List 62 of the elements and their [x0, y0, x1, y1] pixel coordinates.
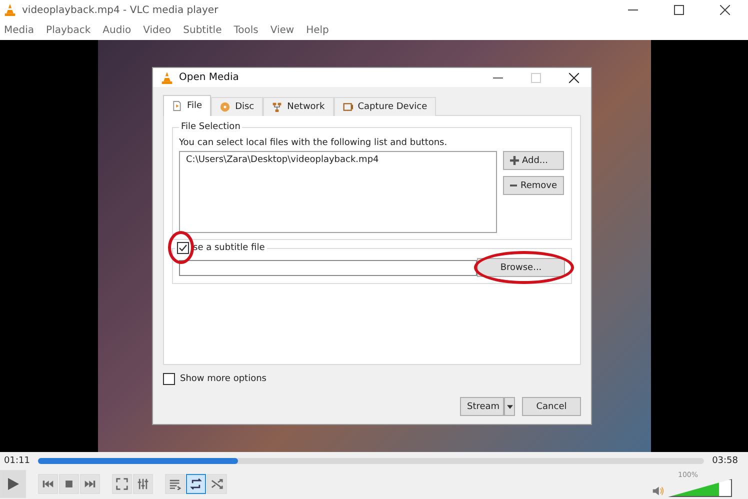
shuffle-icon: [211, 478, 223, 490]
tab[interactable]: Network: [263, 97, 334, 116]
add-button[interactable]: Add...: [503, 151, 564, 170]
tab[interactable]: Capture Device: [334, 97, 436, 116]
close-icon[interactable]: [720, 5, 730, 15]
camera-icon: [342, 102, 353, 112]
network-icon: [272, 102, 282, 112]
fullscreen-button[interactable]: [112, 474, 132, 494]
menu-item[interactable]: View: [270, 24, 294, 36]
elapsed-time: 01:11: [4, 456, 30, 466]
loop-button[interactable]: [186, 474, 206, 494]
dropdown-button[interactable]: [504, 397, 515, 416]
caret-icon: [506, 404, 512, 408]
previous-icon: [42, 478, 54, 490]
file-list[interactable]: C:\Users\Zara\Desktop\videoplayback.mp4: [179, 151, 497, 233]
playlist-icon: [169, 478, 181, 490]
stop-icon: [63, 478, 75, 490]
equalizer-icon: [137, 478, 149, 490]
menu-item[interactable]: Tools: [234, 24, 258, 36]
settings-button[interactable]: [133, 474, 153, 494]
maximize-icon[interactable]: [674, 5, 684, 15]
shuffle-button[interactable]: [207, 474, 227, 494]
document-icon: [172, 101, 182, 111]
menu-item[interactable]: Playback: [46, 24, 91, 36]
file-list-item[interactable]: C:\Users\Zara\Desktop\videoplayback.mp4: [186, 155, 490, 165]
browse-button[interactable]: Browse...: [477, 258, 565, 277]
menu-item[interactable]: Audio: [102, 24, 132, 36]
play-button[interactable]: [0, 470, 26, 498]
stream-button[interactable]: Stream: [460, 397, 504, 416]
playlist-button[interactable]: [165, 474, 185, 494]
subtitle-path-field[interactable]: [179, 260, 477, 276]
plus-icon: [510, 156, 519, 165]
previous-button[interactable]: [38, 474, 58, 494]
stop-button[interactable]: [59, 474, 79, 494]
next-icon: [84, 478, 96, 490]
loop-icon: [190, 478, 202, 490]
next-button[interactable]: [80, 474, 100, 494]
disc-icon: [220, 102, 230, 112]
tab[interactable]: Disc: [211, 97, 264, 116]
fullscreen-icon: [116, 478, 128, 490]
menu-item[interactable]: Subtitle: [183, 24, 222, 36]
window-title: videoplayback.mp4 - VLC media player: [22, 4, 218, 16]
hint-text: You can select local files with the following list and buttons.: [179, 138, 448, 148]
play-icon: [6, 477, 20, 491]
tab[interactable]: File: [163, 95, 212, 116]
cancel-button[interactable]: Cancel: [522, 397, 581, 416]
cone-icon: [4, 4, 16, 16]
menu-item[interactable]: Help: [306, 24, 329, 36]
maximize-icon: [531, 72, 541, 82]
cone-icon: [161, 72, 173, 84]
speaker-icon[interactable]: [652, 485, 664, 497]
total-time: 03:58: [712, 456, 738, 466]
group-title: File Selection: [180, 122, 242, 132]
close-icon[interactable]: [569, 72, 579, 82]
seek-bar[interactable]: [38, 458, 704, 464]
menu-item[interactable]: Media: [4, 24, 34, 36]
menu-item[interactable]: Video: [143, 24, 172, 36]
checkbox-label: Show more options: [180, 374, 266, 384]
checkbox[interactable]: [163, 373, 175, 385]
dialog-title: Open Media: [179, 72, 239, 83]
checkbox[interactable]: [177, 242, 189, 254]
remove-button[interactable]: Remove: [503, 176, 564, 195]
